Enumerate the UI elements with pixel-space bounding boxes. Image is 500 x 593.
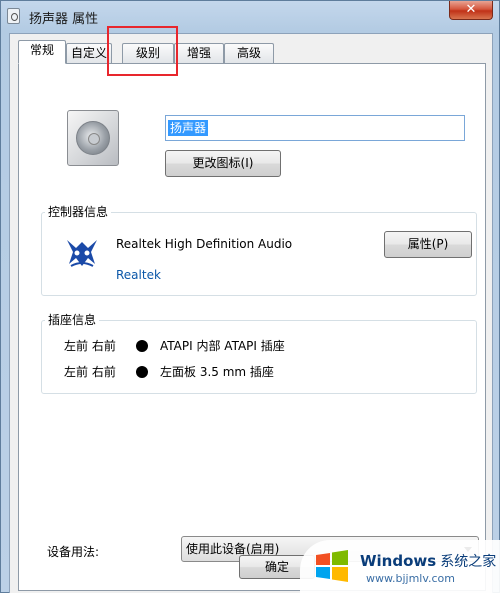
tab-label: 增强 — [186, 46, 211, 60]
tab-bar: 常规 自定义 级别 增强 高级 — [18, 40, 488, 64]
controller-vendor-link[interactable]: Realtek — [116, 268, 161, 282]
controller-info-title: 控制器信息 — [45, 204, 112, 220]
tab-advanced[interactable]: 高级 — [224, 43, 274, 63]
tab-general[interactable]: 常规 — [18, 40, 66, 64]
watermark-brand-cn: 系统之家 — [440, 554, 497, 570]
change-icon-button[interactable]: 更改图标(I) — [165, 150, 281, 177]
device-usage-value: 使用此设备(启用) — [186, 542, 280, 556]
controller-properties-button[interactable]: 属性(P) — [384, 231, 472, 258]
controller-info-group: 控制器信息 Realtek High Definition Audio Real… — [41, 204, 477, 296]
jack-description: 左面板 3.5 mm 插座 — [160, 365, 274, 379]
jack-description: ATAPI 内部 ATAPI 插座 — [160, 339, 285, 353]
tab-custom[interactable]: 自定义 — [66, 43, 112, 63]
watermark-url: www.bjjmlv.com — [366, 572, 455, 585]
watermark-brand-en: Windows — [360, 552, 437, 570]
jack-position: 左前 右前 — [64, 339, 116, 353]
speaker-icon — [67, 110, 119, 166]
tab-label: 常规 — [29, 43, 54, 57]
jack-color-dot — [136, 340, 148, 352]
jack-color-dot — [136, 366, 148, 378]
close-icon: ✕ — [465, 2, 477, 17]
device-usage-label: 设备用法: — [47, 545, 100, 559]
close-button[interactable]: ✕ — [449, 1, 493, 20]
tab-levels[interactable]: 级别 — [122, 43, 174, 63]
window-title: 扬声器 属性 — [29, 12, 99, 27]
device-name-value: 扬声器 — [168, 120, 209, 136]
properties-window: 扬声器 属性 ✕ 常规 自定义 级别 增强 高级 扬声器 更改图标(I) 控制器… — [0, 0, 500, 593]
jack-position: 左前 右前 — [64, 365, 116, 379]
realtek-logo-icon — [67, 240, 97, 267]
tab-label: 自定义 — [70, 46, 107, 60]
tab-enhancements[interactable]: 增强 — [174, 43, 224, 63]
speaker-small-icon — [7, 8, 20, 24]
dialog-client: 常规 自定义 级别 增强 高级 扬声器 更改图标(I) 控制器信息 Realte… — [9, 33, 493, 593]
windows-logo-icon — [316, 550, 348, 582]
tab-label: 高级 — [236, 46, 261, 60]
site-watermark: Windows 系统之家 www.bjjmlv.com — [300, 540, 500, 593]
title-bar[interactable]: 扬声器 属性 ✕ — [1, 1, 499, 31]
general-tab-page: 扬声器 更改图标(I) 控制器信息 Realtek High Definitio… — [18, 63, 486, 591]
watermark-brand: Windows 系统之家 — [360, 551, 496, 571]
controller-name: Realtek High Definition Audio — [116, 237, 293, 251]
device-name-input[interactable]: 扬声器 — [165, 115, 465, 141]
jack-info-title: 插座信息 — [45, 312, 100, 328]
jack-info-group: 插座信息 左前 右前 ATAPI 内部 ATAPI 插座 左前 右前 左面板 3… — [41, 312, 477, 394]
tab-label: 级别 — [135, 46, 160, 60]
speaker-cone — [76, 121, 110, 155]
